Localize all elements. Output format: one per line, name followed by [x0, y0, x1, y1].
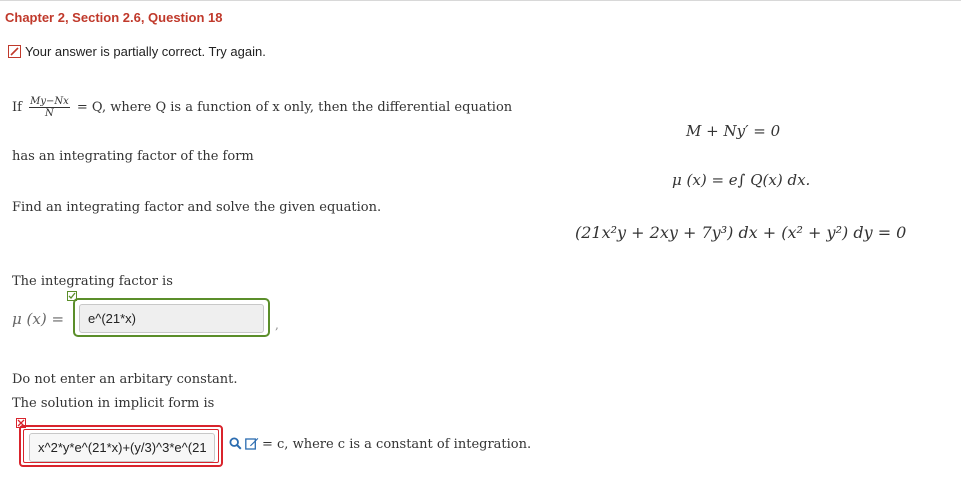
equation-mu-form: μ (x) = e∫ Q(x) dx. [672, 171, 811, 189]
integrating-factor-answer-box [73, 298, 270, 337]
answer-comma: , [275, 318, 279, 332]
search-icon[interactable] [229, 437, 242, 450]
integrating-factor-input[interactable] [79, 304, 264, 333]
status-message: Your answer is partially correct. Try ag… [8, 44, 266, 59]
implicit-form-label: The solution in implicit form is [12, 396, 215, 411]
given-equation: (21x²y + 2xy + 7y³) dx + (x² + y²) dy = … [575, 223, 907, 242]
status-text: Your answer is partially correct. Try ag… [25, 44, 266, 59]
if-word: If [12, 100, 22, 115]
find-instruction: Find an integrating factor and solve the… [12, 200, 382, 215]
condition-text: = Q, where Q is a function of x only, th… [76, 100, 513, 115]
condition-line: If My−Nx N = Q, where Q is a function of… [12, 96, 512, 119]
fraction-numerator: My−Nx [29, 96, 70, 108]
constant-of-integration-text: = c, where c is a constant of integratio… [262, 437, 532, 452]
no-constant-note: Do not enter an arbitary constant. [12, 372, 238, 387]
equation-m-ny: M + Ny′ = 0 [686, 122, 781, 140]
edit-icon[interactable] [245, 437, 259, 450]
implicit-solution-input[interactable] [29, 433, 215, 462]
condition-fraction: My−Nx N [29, 96, 70, 119]
mu-label: μ (x) = [12, 310, 65, 328]
answer-tools [229, 437, 259, 450]
integrating-factor-label: The integrating factor is [12, 274, 173, 289]
fraction-denominator: N [45, 108, 54, 119]
page-title: Chapter 2, Section 2.6, Question 18 [5, 10, 223, 25]
top-divider [0, 0, 961, 1]
implicit-solution-answer-box [19, 425, 223, 467]
integrating-factor-form-text: has an integrating factor of the form [12, 149, 254, 164]
partial-correct-icon [8, 45, 21, 58]
